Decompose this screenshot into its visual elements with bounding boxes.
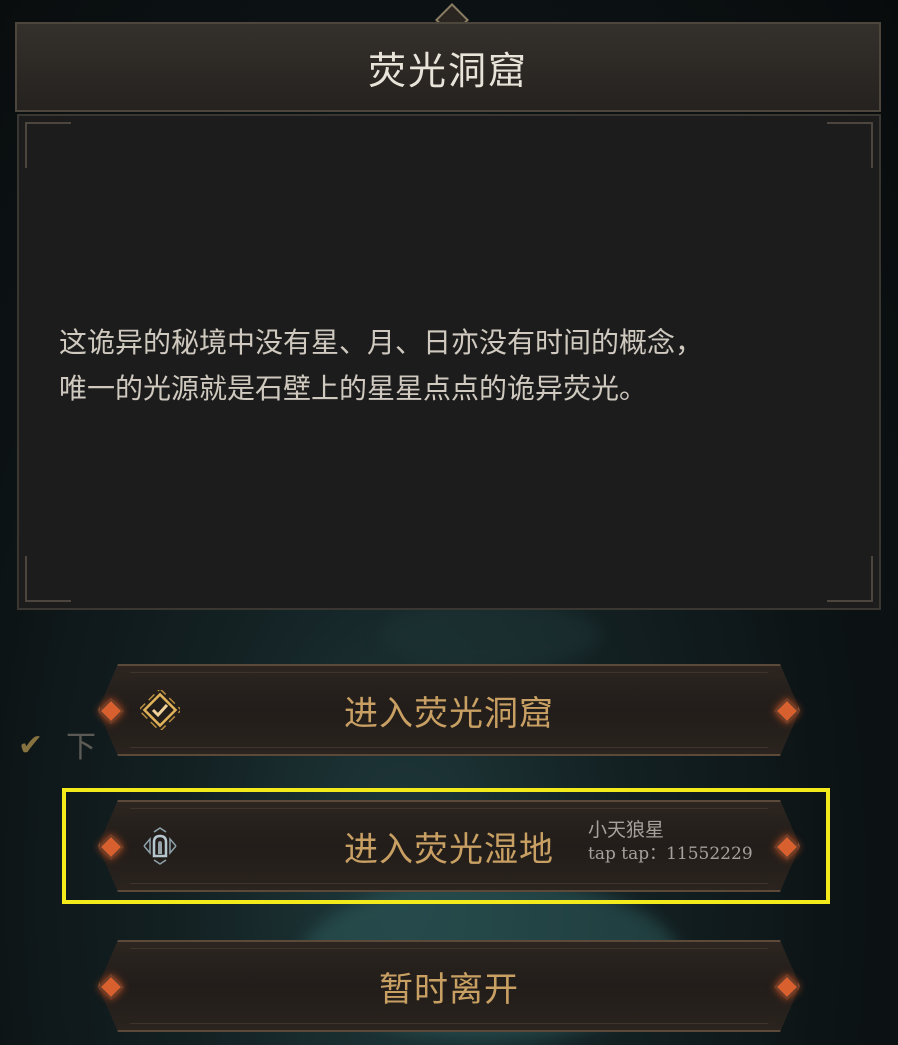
checkmark-diamond-icon [140,690,180,730]
button-label: 进入荧光洞窟 [344,693,554,734]
description-text: 这诡异的秘境中没有星、月、日亦没有时间的概念， 唯一的光源就是石壁上的星星点点的… [59,320,859,412]
corner-ornament [25,122,71,168]
watermark: 小天狼星 tap tap：11552229 [588,818,753,866]
description-line: 这诡异的秘境中没有星、月、日亦没有时间的概念， [59,326,704,359]
watermark-id: tap tap：11552229 [588,844,753,864]
background-check-icon: ✔ [18,728,44,763]
dialog-title-bar: 荧光洞窟 [15,22,881,112]
corner-ornament [827,556,873,602]
corner-ornament [827,122,873,168]
corner-ornament [25,556,71,602]
description-line: 唯一的光源就是石壁上的星星点点的诡异荧光。 [59,372,648,405]
background-glow [380,600,600,670]
enter-cave-button[interactable]: 进入荧光洞窟 [80,662,818,758]
button-label: 暂时离开 [379,969,519,1010]
watermark-author: 小天狼星 [588,819,665,841]
dialog-title: 荧光洞窟 [367,48,528,93]
leave-button[interactable]: 暂时离开 [80,938,818,1034]
description-panel: 这诡异的秘境中没有星、月、日亦没有时间的概念， 唯一的光源就是石壁上的星星点点的… [17,114,881,610]
